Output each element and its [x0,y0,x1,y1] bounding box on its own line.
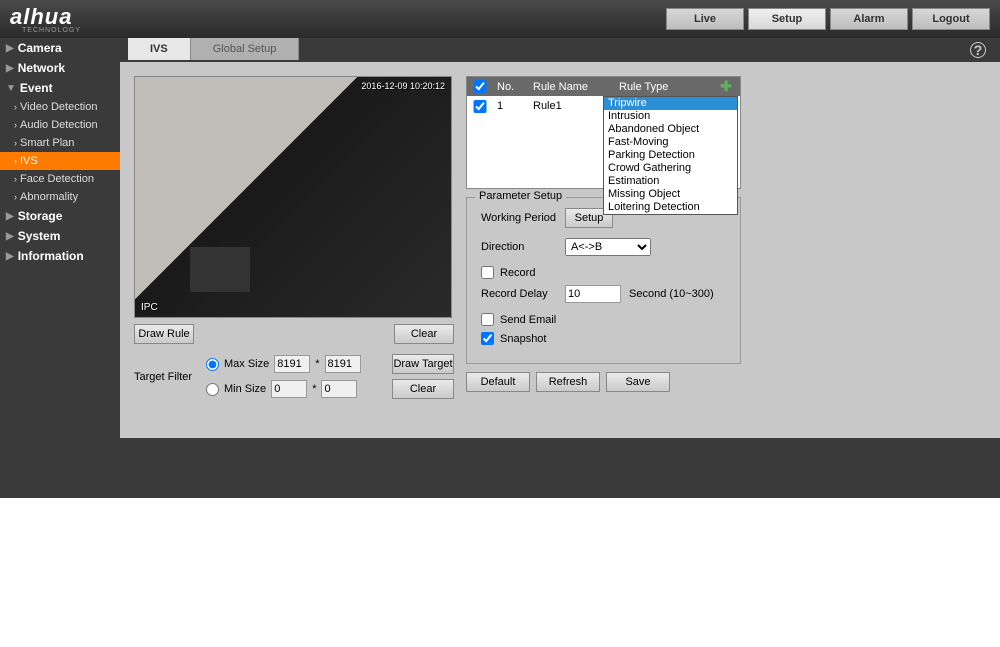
chevron-right-icon: ▶ [6,211,14,222]
refresh-button[interactable]: Refresh [536,372,600,392]
chevron-right-icon: › [14,174,17,184]
max-height-input[interactable] [325,355,361,373]
sidebar-system[interactable]: ▶System [0,226,120,246]
chevron-down-icon: ▼ [6,83,16,94]
rule-row-check[interactable] [473,100,487,113]
direction-select[interactable]: A<->B [565,238,651,256]
parameter-title: Parameter Setup [475,190,566,202]
send-email-label: Send Email [500,314,556,326]
chevron-right-icon: › [14,120,17,130]
send-email-check[interactable] [481,313,494,326]
rule-col-name: Rule Name [533,81,609,93]
rule-check-all[interactable] [473,80,487,93]
sidebar-ivs[interactable]: ›IVS [0,152,120,170]
rule-table-header: No. Rule Name Rule Type ✚ [467,77,740,96]
sidebar-audio-detection[interactable]: ›Audio Detection [0,116,120,134]
nav-logout[interactable]: Logout [912,8,990,30]
max-size-label: Max Size [224,358,269,370]
min-height-input[interactable] [321,380,357,398]
logo: alhua TECHNOLOGY [10,4,81,34]
rule-col-type: Rule Type [619,81,734,93]
max-width-input[interactable] [274,355,310,373]
chevron-right-icon: › [14,138,17,148]
dropdown-loitering[interactable]: Loitering Detection [604,201,737,214]
sidebar-camera[interactable]: ▶Camera [0,38,120,58]
save-button[interactable]: Save [606,372,670,392]
sidebar-event[interactable]: ▼Event [0,78,120,98]
dropdown-tripwire[interactable]: Tripwire [604,97,737,110]
chevron-right-icon: ▶ [6,63,14,74]
min-size-radio[interactable] [206,383,219,396]
sidebar-smart-plan[interactable]: ›Smart Plan [0,134,120,152]
record-delay-input[interactable] [565,285,621,303]
nav-alarm[interactable]: Alarm [830,8,908,30]
sidebar-video-detection[interactable]: ›Video Detection [0,98,120,116]
clear-target-button[interactable]: Clear [392,379,454,399]
video-timestamp: 2016-12-09 10:20:12 [361,81,445,91]
nav-live[interactable]: Live [666,8,744,30]
add-rule-icon[interactable]: ✚ [720,78,732,95]
chevron-right-icon: ▶ [6,251,14,262]
default-button[interactable]: Default [466,372,530,392]
video-preview: 2016-12-09 10:20:12 IPC [134,76,452,318]
top-nav: Live Setup Alarm Logout [666,8,990,30]
tab-ivs[interactable]: IVS [128,38,191,60]
max-size-radio[interactable] [206,358,219,371]
chevron-right-icon: › [14,156,17,166]
min-width-input[interactable] [271,380,307,398]
direction-label: Direction [481,241,557,253]
record-label: Record [500,267,535,279]
working-period-label: Working Period [481,212,557,224]
sidebar: ▶Camera ▶Network ▼Event ›Video Detection… [0,38,120,438]
chevron-right-icon: › [14,192,17,202]
sidebar-storage[interactable]: ▶Storage [0,206,120,226]
snapshot-check[interactable] [481,332,494,345]
sidebar-network[interactable]: ▶Network [0,58,120,78]
tab-global-setup[interactable]: Global Setup [191,38,300,60]
rule-row-no: 1 [497,100,523,112]
chevron-right-icon: ▶ [6,231,14,242]
dropdown-abandoned[interactable]: Abandoned Object [604,123,737,136]
snapshot-label: Snapshot [500,333,546,345]
video-label: IPC [141,302,158,313]
help-icon[interactable]: ? [970,42,986,58]
rule-row-name: Rule1 [533,100,609,112]
draw-target-button[interactable]: Draw Target [392,354,454,374]
rule-col-no: No. [497,81,523,93]
chevron-right-icon: › [14,102,17,112]
record-delay-label: Record Delay [481,288,557,300]
dropdown-missing[interactable]: Missing Object [604,188,737,201]
sidebar-abnormality[interactable]: ›Abnormality [0,188,120,206]
dropdown-crowd[interactable]: Crowd Gathering Estimation [604,162,737,188]
record-check[interactable] [481,266,494,279]
record-delay-unit: Second (10~300) [629,288,714,300]
target-filter-label: Target Filter [134,371,200,383]
clear-button[interactable]: Clear [394,324,454,344]
nav-setup[interactable]: Setup [748,8,826,30]
dropdown-intrusion[interactable]: Intrusion [604,110,737,123]
dropdown-fast[interactable]: Fast-Moving [604,136,737,149]
sidebar-face-detection[interactable]: ›Face Detection [0,170,120,188]
rule-type-dropdown[interactable]: Tripwire Intrusion Abandoned Object Fast… [603,96,738,215]
content-area: IVS Global Setup ? 2016-12-09 10:20:12 I… [120,38,1000,438]
min-size-label: Min Size [224,383,266,395]
top-bar: alhua TECHNOLOGY Live Setup Alarm Logout [0,0,1000,38]
chevron-right-icon: ▶ [6,43,14,54]
draw-rule-button[interactable]: Draw Rule [134,324,194,344]
parameter-setup: Parameter Setup Working Period Setup Dir… [466,197,741,364]
dropdown-parking[interactable]: Parking Detection [604,149,737,162]
sidebar-information[interactable]: ▶Information [0,246,120,266]
